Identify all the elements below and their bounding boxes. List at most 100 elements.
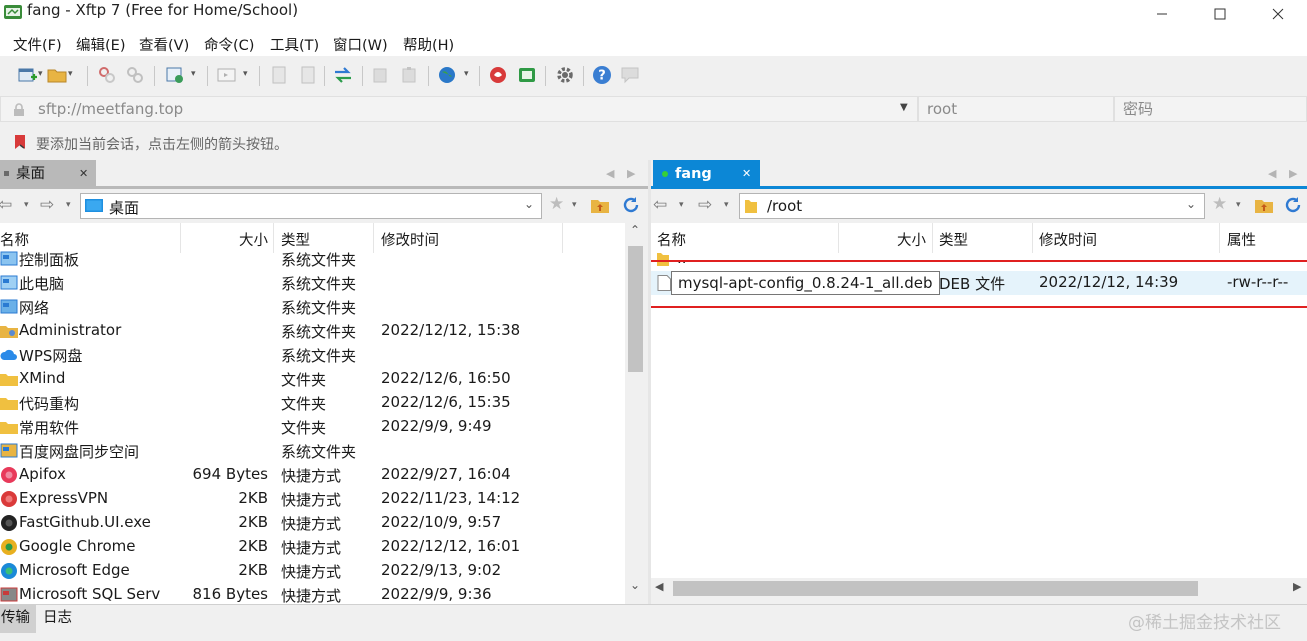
toolbar-separator bbox=[545, 66, 546, 86]
local-vertical-scrollbar[interactable]: ⌃ ⌄ bbox=[625, 223, 646, 604]
menu-bar: 文件(F) 编辑(E) 查看(V) 命令(C) 工具(T) 窗口(W) 帮助(H… bbox=[0, 28, 1307, 56]
paste-icon[interactable] bbox=[400, 65, 420, 85]
table-row[interactable]: 此电脑 系统文件夹 bbox=[0, 271, 625, 295]
close-button[interactable] bbox=[1249, 0, 1307, 28]
terminal-icon[interactable] bbox=[217, 65, 237, 85]
host-address-input[interactable]: sftp://meetfang.top bbox=[0, 96, 918, 122]
tab-close-icon[interactable]: ✕ bbox=[742, 160, 751, 188]
forward-arrow-icon[interactable]: ⇨ bbox=[40, 195, 54, 215]
tab-transfers-label: 传输 bbox=[1, 610, 30, 626]
table-row[interactable]: 常用软件 文件夹 2022/9/9, 9:49 bbox=[0, 415, 625, 439]
file-name: FastGithub.UI.exe bbox=[19, 513, 151, 531]
file-name: Microsoft Edge bbox=[19, 561, 130, 579]
forward-dropdown-icon[interactable]: ▾ bbox=[724, 200, 729, 210]
file-type: 系统文件夹 bbox=[281, 323, 357, 341]
back-dropdown-icon[interactable]: ▾ bbox=[679, 200, 684, 210]
menu-view[interactable]: 查看(V) bbox=[139, 34, 189, 55]
path-dropdown-icon[interactable]: ⌄ bbox=[1186, 197, 1196, 211]
new-session-dropdown-icon[interactable]: ▾ bbox=[38, 69, 43, 79]
menu-edit[interactable]: 编辑(E) bbox=[76, 34, 125, 55]
toolbar-separator bbox=[362, 66, 363, 86]
maximize-button[interactable] bbox=[1191, 0, 1249, 28]
forward-arrow-icon[interactable]: ⇨ bbox=[698, 195, 712, 215]
terminal-dropdown-icon[interactable]: ▾ bbox=[243, 69, 248, 79]
menu-help[interactable]: 帮助(H) bbox=[403, 34, 454, 55]
gear-icon[interactable] bbox=[555, 65, 575, 85]
remote-path-input[interactable]: /root ⌄ bbox=[739, 193, 1205, 219]
tab-local-desktop[interactable]: 桌面 ✕ bbox=[0, 160, 96, 188]
disconnect-icon[interactable] bbox=[125, 65, 145, 85]
add-session-arrow-icon[interactable] bbox=[12, 134, 28, 150]
globe-dropdown-icon[interactable]: ▾ bbox=[464, 69, 469, 79]
remote-horizontal-scrollbar[interactable]: ◀ ▶ bbox=[651, 578, 1307, 599]
copy-icon[interactable] bbox=[371, 65, 391, 85]
new-session-icon[interactable] bbox=[17, 65, 37, 85]
scrollbar-thumb[interactable] bbox=[673, 581, 1198, 596]
menu-window[interactable]: 窗口(W) bbox=[333, 34, 388, 55]
bookmark-dropdown-icon[interactable]: ▾ bbox=[572, 200, 577, 210]
properties-icon[interactable] bbox=[165, 65, 185, 85]
table-row[interactable]: XMind 文件夹 2022/12/6, 16:50 bbox=[0, 367, 625, 391]
table-row[interactable]: Google Chrome 2KB 快捷方式 2022/12/12, 16:01 bbox=[0, 535, 625, 559]
table-row[interactable]: 代码重构 文件夹 2022/12/6, 15:35 bbox=[0, 391, 625, 415]
tab-log[interactable]: 日志 bbox=[36, 605, 80, 633]
tab-remote-fang[interactable]: fang ✕ bbox=[653, 160, 760, 188]
table-row[interactable]: Apifox 694 Bytes 快捷方式 2022/9/27, 16:04 bbox=[0, 463, 625, 487]
back-arrow-icon[interactable]: ⇦ bbox=[0, 195, 12, 215]
xftp-icon[interactable] bbox=[517, 65, 537, 85]
table-row[interactable]: 网络 系统文件夹 bbox=[0, 295, 625, 319]
table-row[interactable]: Administrator 系统文件夹 2022/12/12, 15:38 bbox=[0, 319, 625, 343]
properties-dropdown-icon[interactable]: ▾ bbox=[191, 69, 196, 79]
table-row[interactable]: FastGithub.UI.exe 2KB 快捷方式 2022/10/9, 9:57 bbox=[0, 511, 625, 535]
parent-folder-icon[interactable] bbox=[590, 196, 610, 214]
open-dropdown-icon[interactable]: ▾ bbox=[68, 69, 73, 79]
scroll-left-icon[interactable]: ◀ bbox=[655, 580, 663, 593]
table-row[interactable]: Microsoft SQL Serv 816 Bytes 快捷方式 2022/9/9,… bbox=[0, 583, 625, 604]
table-row[interactable]: ExpressVPN 2KB 快捷方式 2022/11/23, 14:12 bbox=[0, 487, 625, 511]
tab-scroll-right-icon[interactable]: ▶ bbox=[1289, 167, 1297, 180]
tab-scroll-left-icon[interactable]: ◀ bbox=[606, 167, 614, 180]
sync-transfer-icon[interactable] bbox=[333, 65, 353, 85]
refresh-icon[interactable] bbox=[621, 195, 641, 215]
bookmark-dropdown-icon[interactable]: ▾ bbox=[1236, 200, 1241, 210]
chat-icon[interactable] bbox=[620, 65, 640, 85]
help-icon[interactable]: ? bbox=[592, 65, 612, 85]
local-path-input[interactable]: 桌面 ⌄ bbox=[80, 193, 542, 219]
bookmark-star-icon[interactable]: ★ bbox=[549, 194, 564, 214]
globe-icon[interactable] bbox=[437, 65, 457, 85]
open-folder-icon[interactable] bbox=[47, 65, 67, 85]
back-dropdown-icon[interactable]: ▾ bbox=[24, 200, 29, 210]
table-row[interactable]: Microsoft Edge 2KB 快捷方式 2022/9/13, 9:02 bbox=[0, 559, 625, 583]
tab-close-icon[interactable]: ✕ bbox=[79, 160, 88, 188]
scroll-right-icon[interactable]: ▶ bbox=[1293, 580, 1301, 593]
connect-icon[interactable] bbox=[97, 65, 117, 85]
file-type: 快捷方式 bbox=[281, 491, 342, 509]
table-row[interactable]: WPS网盘 系统文件夹 bbox=[0, 343, 625, 367]
tab-transfers[interactable]: 传输 bbox=[0, 605, 36, 633]
table-row[interactable]: 控制面板 系统文件夹 bbox=[0, 247, 625, 271]
tab-label: fang bbox=[675, 166, 712, 182]
forward-dropdown-icon[interactable]: ▾ bbox=[66, 200, 71, 210]
window-title: fang - Xftp 7 (Free for Home/School) bbox=[27, 1, 299, 19]
menu-command[interactable]: 命令(C) bbox=[204, 34, 254, 55]
scroll-down-icon[interactable]: ⌄ bbox=[630, 578, 640, 592]
menu-file[interactable]: 文件(F) bbox=[13, 34, 62, 55]
address-dropdown-icon[interactable]: ▼ bbox=[900, 102, 908, 113]
download-icon[interactable] bbox=[298, 65, 318, 85]
upload-icon[interactable] bbox=[269, 65, 289, 85]
tab-scroll-right-icon[interactable]: ▶ bbox=[627, 167, 635, 180]
xshell-icon[interactable] bbox=[488, 65, 508, 85]
username-input[interactable]: root bbox=[918, 96, 1114, 122]
scroll-up-icon[interactable]: ⌃ bbox=[630, 223, 640, 237]
table-row[interactable]: 百度网盘同步空间 系统文件夹 bbox=[0, 439, 625, 463]
parent-folder-icon[interactable] bbox=[1254, 196, 1274, 214]
minimize-button[interactable] bbox=[1133, 0, 1191, 28]
path-dropdown-icon[interactable]: ⌄ bbox=[524, 197, 534, 211]
back-arrow-icon[interactable]: ⇦ bbox=[653, 195, 667, 215]
refresh-icon[interactable] bbox=[1283, 195, 1303, 215]
bookmark-star-icon[interactable]: ★ bbox=[1212, 194, 1227, 214]
tab-scroll-left-icon[interactable]: ◀ bbox=[1268, 167, 1276, 180]
password-input[interactable]: 密码 bbox=[1114, 96, 1307, 122]
menu-tools[interactable]: 工具(T) bbox=[270, 34, 319, 55]
scrollbar-thumb[interactable] bbox=[628, 246, 643, 372]
